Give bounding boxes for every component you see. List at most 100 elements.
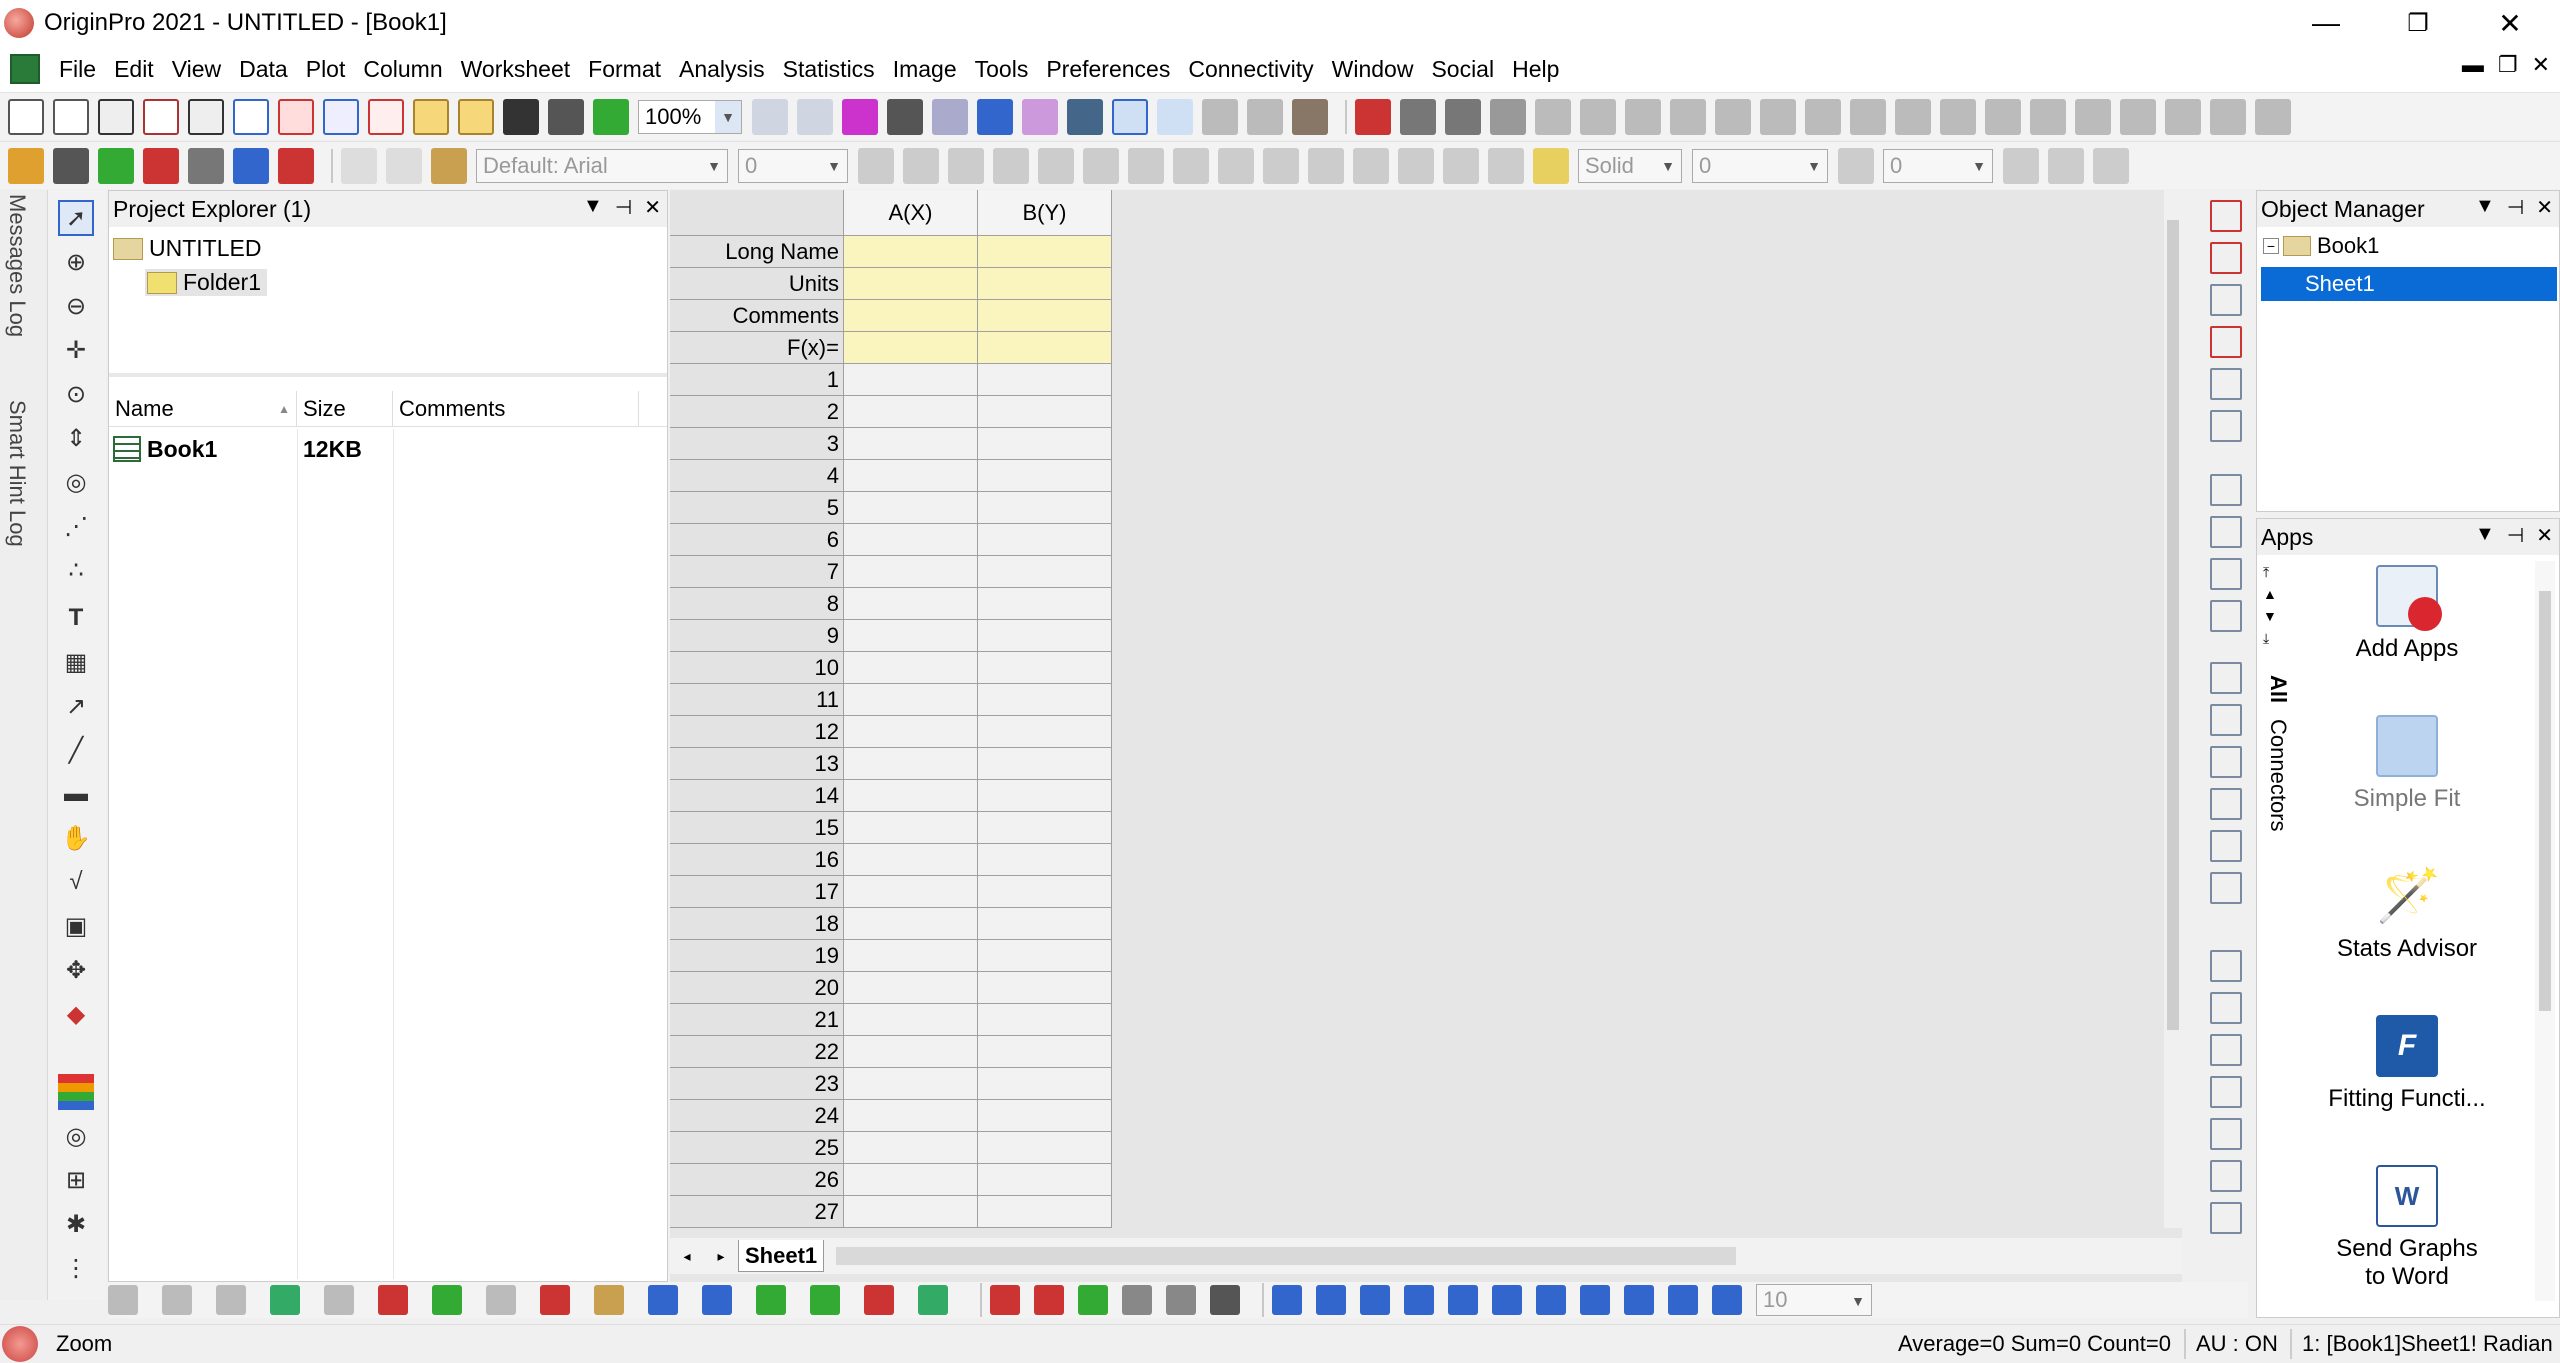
chevron-down-icon[interactable]: ▼ (1966, 150, 1992, 182)
clear-filter-icon[interactable] (1760, 98, 1796, 135)
color-palette-icon[interactable] (1443, 147, 1479, 184)
set-y-icon[interactable] (1895, 98, 1931, 135)
import-wizard-icon[interactable] (98, 147, 134, 184)
3d-surface-icon[interactable] (648, 1285, 678, 1315)
recalculate-icon[interactable] (593, 98, 629, 135)
maximize-button[interactable]: ❐ (2372, 0, 2464, 46)
column-header-a[interactable]: A(X) (844, 190, 978, 236)
row-number[interactable]: 3 (670, 428, 844, 460)
italic-icon[interactable] (903, 147, 939, 184)
data-cell-b[interactable] (978, 460, 1112, 492)
image-plot-icon[interactable] (864, 1285, 894, 1315)
data-cell-b[interactable] (978, 748, 1112, 780)
data-cell-b[interactable] (978, 396, 1112, 428)
data-cell-b[interactable] (978, 556, 1112, 588)
front-icon[interactable] (2210, 1034, 2242, 1066)
data-cell-a[interactable] (844, 844, 978, 876)
menu-image[interactable]: Image (884, 56, 966, 83)
row-number[interactable]: 14 (670, 780, 844, 812)
save-window-icon[interactable] (548, 98, 584, 135)
zoom-in-icon[interactable]: ⊕ (58, 244, 94, 280)
next-sheet-icon[interactable]: ▸ (704, 1248, 738, 1265)
row-number[interactable]: 10 (670, 652, 844, 684)
data-cell-b[interactable] (978, 1164, 1112, 1196)
scroll-top-icon[interactable]: ⤒ (2263, 561, 2277, 583)
data-cell-a[interactable] (844, 876, 978, 908)
chevron-down-icon[interactable]: ▼ (701, 150, 727, 182)
app-stats-advisor[interactable]: 🪄 Stats Advisor (2297, 865, 2517, 963)
insert-graph-icon[interactable]: ▣ (58, 908, 94, 944)
data-cell-b[interactable] (978, 1068, 1112, 1100)
graph-window-icon[interactable] (2210, 600, 2242, 632)
superscript-icon[interactable] (993, 147, 1029, 184)
region-selector-icon[interactable]: ◎ (58, 464, 94, 500)
underline-icon[interactable] (948, 147, 984, 184)
data-selector-icon[interactable]: ⇕ (58, 420, 94, 456)
data-cell-b[interactable] (978, 492, 1112, 524)
messages-log-tab[interactable]: Messages Log (4, 194, 30, 337)
meta-cell-b[interactable] (978, 236, 1112, 268)
row-number[interactable]: 5 (670, 492, 844, 524)
import-excel-icon[interactable] (143, 147, 179, 184)
scroll-thumb[interactable] (2167, 220, 2179, 1030)
supersubscript-icon[interactable] (1083, 147, 1119, 184)
increase-font-icon[interactable] (1173, 147, 1209, 184)
axis-icon[interactable] (2210, 242, 2242, 274)
object-manager-icon[interactable] (1112, 98, 1148, 135)
theme-icon[interactable] (1533, 147, 1569, 184)
data-cell-b[interactable] (978, 588, 1112, 620)
tree-folder1[interactable]: Folder1 (145, 269, 267, 296)
pin-icon[interactable]: ⊣ (2507, 195, 2524, 220)
data-cell-a[interactable] (844, 1068, 978, 1100)
data-cell-a[interactable] (844, 460, 978, 492)
line-plot-icon[interactable] (108, 1285, 138, 1315)
sort-icon[interactable] (1490, 98, 1526, 135)
set-none-icon[interactable] (2030, 98, 2066, 135)
row-number[interactable]: 24 (670, 1100, 844, 1132)
decrease-font-icon[interactable] (1218, 147, 1254, 184)
data-cell-a[interactable] (844, 1196, 978, 1228)
statistical-plot-icon[interactable] (378, 1285, 408, 1315)
data-cell-a[interactable] (844, 972, 978, 1004)
statistics-icon[interactable] (1445, 98, 1481, 135)
matrix-dots-icon[interactable] (1210, 1285, 1240, 1315)
distribute-icon[interactable] (2210, 872, 2242, 904)
axis-scale-icon[interactable] (2210, 284, 2242, 316)
open-icon[interactable] (413, 98, 449, 135)
batch-icon[interactable] (887, 98, 923, 135)
menu-analysis[interactable]: Analysis (670, 56, 774, 83)
data-cell-b[interactable] (978, 940, 1112, 972)
app-simple-fit[interactable]: Simple Fit (2297, 715, 2517, 813)
align-left-icon[interactable] (2210, 662, 2242, 694)
data-cell-b[interactable] (978, 524, 1112, 556)
new-matrix-icon[interactable] (188, 98, 224, 135)
data-cell-a[interactable] (844, 396, 978, 428)
data-cell-a[interactable] (844, 524, 978, 556)
area-plot-icon[interactable] (432, 1285, 462, 1315)
cut-icon[interactable] (341, 147, 377, 184)
column-chart-icon[interactable] (1580, 98, 1616, 135)
align-center-icon[interactable] (2210, 830, 2242, 862)
dropdown-icon[interactable]: ▼ (2475, 195, 2495, 220)
data-cell-b[interactable] (978, 972, 1112, 1004)
previous-row-icon[interactable] (2120, 98, 2156, 135)
om-book-node[interactable]: − Book1 (2263, 233, 2379, 259)
apps-gallery-icon[interactable] (1157, 98, 1193, 135)
data-cell-a[interactable] (844, 620, 978, 652)
bold-icon[interactable] (858, 147, 894, 184)
data-cell-a[interactable] (844, 908, 978, 940)
refresh-icon[interactable] (2210, 368, 2242, 400)
row-number[interactable]: 15 (670, 812, 844, 844)
data-cell-b[interactable] (978, 780, 1112, 812)
screen-reader-icon[interactable]: ✛ (58, 332, 94, 368)
merge-icon[interactable] (2210, 474, 2242, 506)
border-icon[interactable] (1838, 147, 1874, 184)
dropdown-icon[interactable]: ▼ (583, 195, 603, 220)
sheet-tab[interactable]: Sheet1 (738, 1240, 825, 1272)
data-cell-a[interactable] (844, 588, 978, 620)
scroll-thumb[interactable] (2539, 591, 2551, 1011)
pointer-icon[interactable]: ➚ (58, 200, 94, 236)
data-cell-a[interactable] (844, 812, 978, 844)
hint-log-icon[interactable] (1247, 98, 1283, 135)
results-log-icon[interactable] (932, 98, 968, 135)
